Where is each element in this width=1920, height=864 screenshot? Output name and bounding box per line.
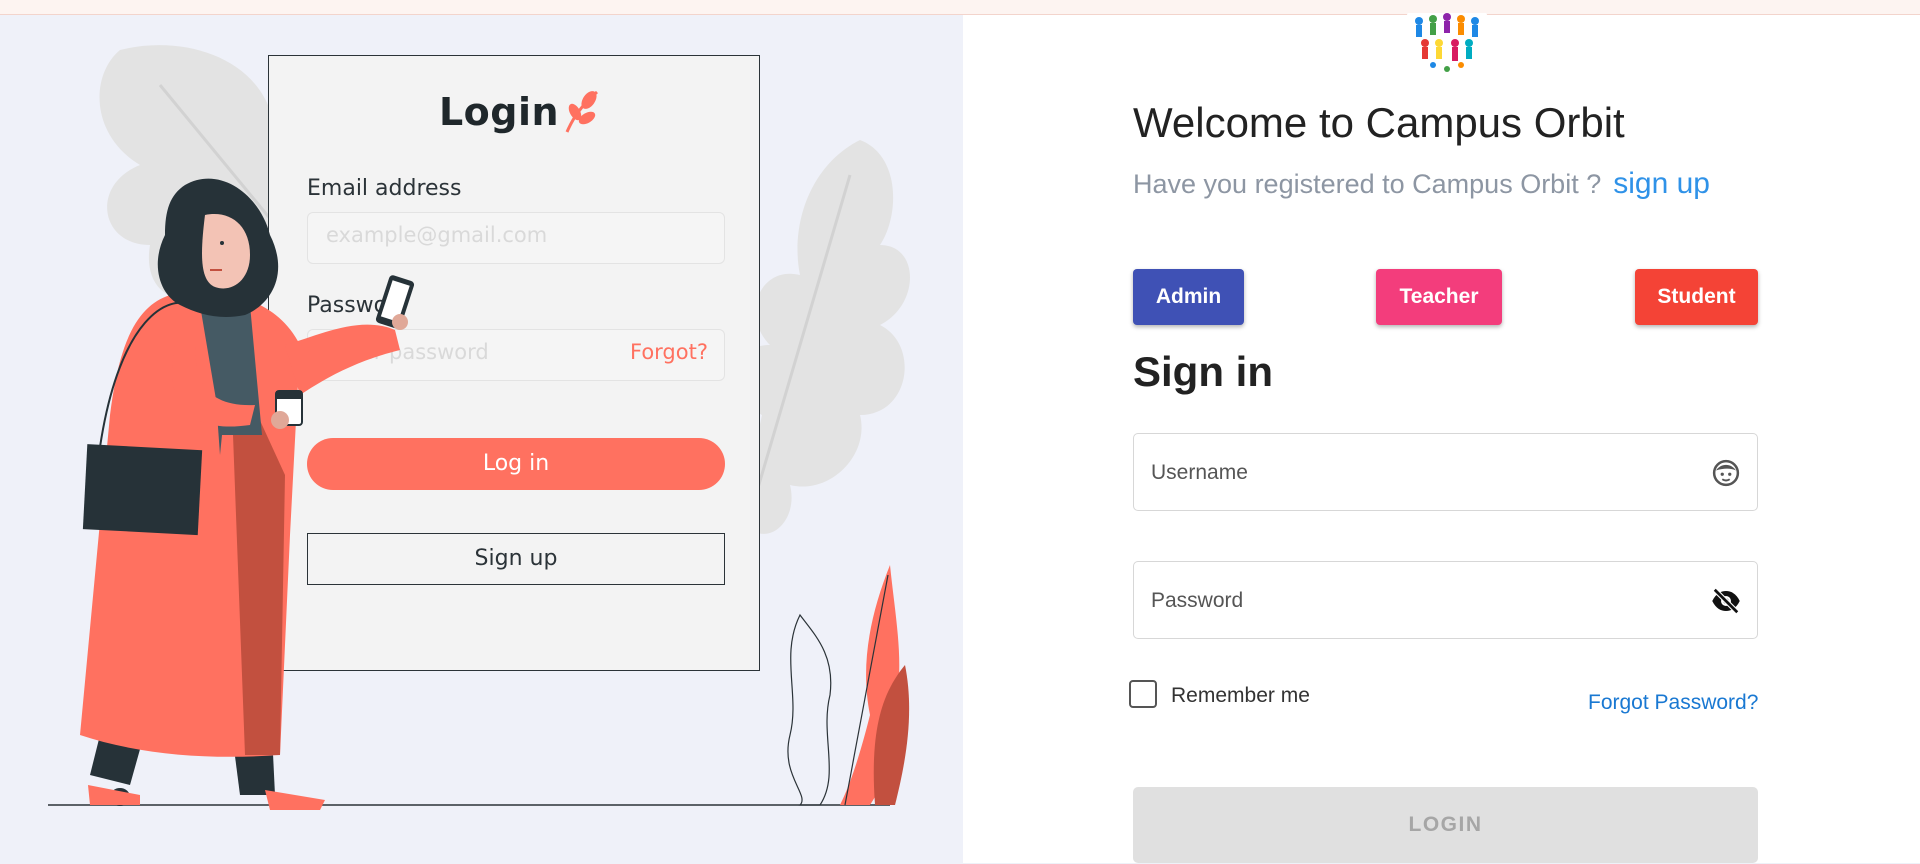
eye-off-icon[interactable]	[1711, 586, 1741, 616]
forgot-password-link[interactable]: Forgot Password?	[1588, 691, 1758, 715]
people-globe-icon	[1403, 13, 1491, 77]
login-button[interactable]: LOGIN	[1133, 787, 1758, 863]
admin-role-button[interactable]: Admin	[1133, 269, 1244, 325]
registration-prompt: Have you registered to Campus Orbit ? sig…	[1133, 167, 1710, 201]
remember-me-checkbox[interactable]	[1129, 680, 1157, 708]
username-input[interactable]	[1149, 434, 1693, 512]
browser-top-strip	[0, 0, 1920, 15]
username-field[interactable]	[1133, 433, 1758, 512]
welcome-title: Welcome to Campus Orbit	[1133, 99, 1625, 146]
teacher-role-button[interactable]: Teacher	[1376, 269, 1502, 325]
registration-prompt-text: Have you registered to Campus Orbit ?	[1133, 169, 1602, 199]
signin-title: Sign in	[1133, 348, 1273, 395]
face-icon	[1712, 459, 1740, 487]
student-role-button[interactable]: Student	[1635, 269, 1758, 325]
password-input[interactable]	[1149, 562, 1693, 640]
signin-panel: Welcome to Campus Orbit Have you registe…	[963, 13, 1920, 863]
remember-me-label[interactable]: Remember me	[1171, 684, 1310, 708]
password-field[interactable]	[1133, 561, 1758, 640]
signup-link[interactable]: sign up	[1613, 167, 1710, 200]
login-illustration: Login Email address example@gmail.com Pa…	[0, 15, 963, 864]
woman-figure	[80, 178, 415, 810]
